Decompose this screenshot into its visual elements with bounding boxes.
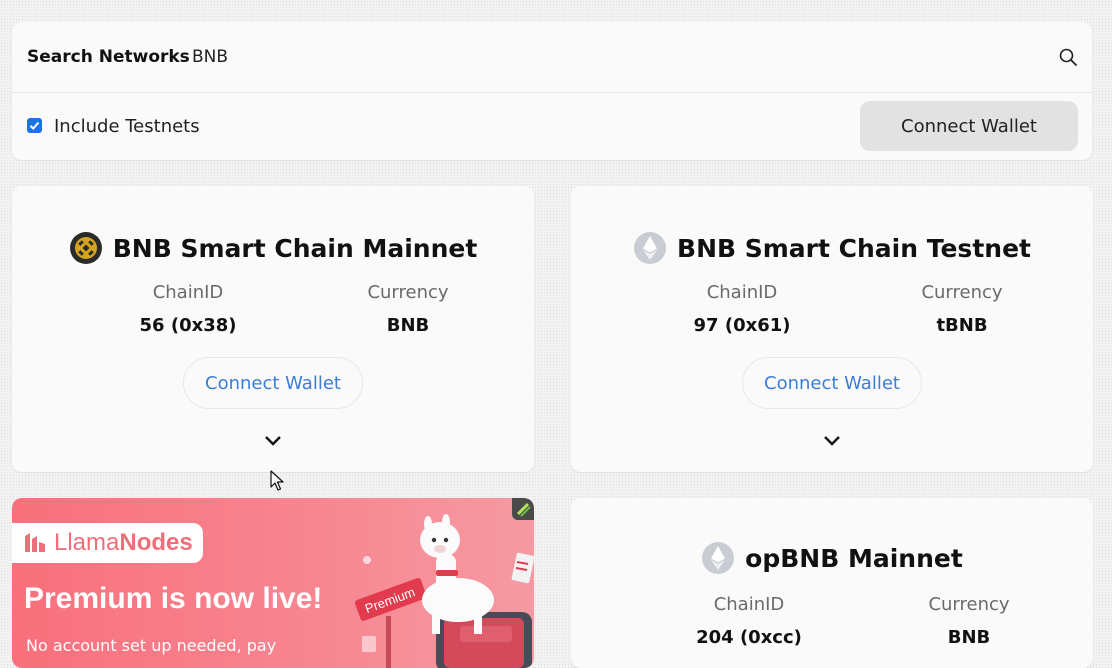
ad-corner-badge bbox=[512, 498, 534, 520]
currency-value: tBNB bbox=[936, 315, 988, 336]
currency-label: Currency bbox=[928, 594, 1010, 615]
network-name: BNB Smart Chain Testnet bbox=[677, 233, 1031, 263]
network-card-opbnb-mainnet: opBNB Mainnet ChainID Currency 204 (0xcc… bbox=[571, 498, 1093, 668]
include-testnets-label[interactable]: Include Testnets bbox=[54, 116, 200, 137]
chevron-down-icon[interactable] bbox=[822, 434, 842, 448]
chainid-label: ChainID bbox=[152, 282, 224, 303]
ad-subtext: No account set up needed, pay bbox=[26, 636, 277, 655]
currency-value: BNB bbox=[386, 315, 430, 336]
card-title: BNB Smart Chain Testnet bbox=[571, 230, 1093, 266]
card-connect-wallet-button[interactable]: Connect Wallet bbox=[742, 357, 922, 409]
ad-info-icon bbox=[516, 502, 531, 517]
connect-wallet-button[interactable]: Connect Wallet bbox=[860, 101, 1078, 151]
search-panel: Search Networks Include Testnets Connect… bbox=[12, 22, 1092, 160]
chevron-down-icon[interactable] bbox=[263, 434, 283, 448]
chainid-value: 97 (0x61) bbox=[693, 315, 791, 336]
network-name: BNB Smart Chain Mainnet bbox=[112, 233, 478, 263]
search-label: Search Networks bbox=[27, 47, 190, 67]
currency-label: Currency bbox=[921, 282, 1003, 303]
search-row: Search Networks bbox=[12, 22, 1092, 93]
bnb-chain-icon bbox=[69, 232, 102, 264]
ad-brand-regular: Llama bbox=[54, 529, 120, 556]
currency-value: BNB bbox=[947, 627, 991, 648]
include-testnets-checkbox[interactable] bbox=[27, 118, 42, 133]
card-title: opBNB Mainnet bbox=[571, 540, 1093, 576]
llamanodes-ad-banner[interactable]: LlamaNodes Premium is now live! No accou… bbox=[12, 498, 534, 668]
network-card-bnb-mainnet: BNB Smart Chain Mainnet ChainID Currency… bbox=[12, 186, 534, 472]
ethereum-icon bbox=[702, 542, 735, 574]
card-title: BNB Smart Chain Mainnet bbox=[12, 230, 534, 266]
ad-brand: LlamaNodes bbox=[54, 529, 193, 557]
chainid-value: 56 (0x38) bbox=[139, 315, 237, 336]
checkmark-icon bbox=[29, 121, 40, 130]
ad-headline: Premium is now live! bbox=[24, 582, 323, 615]
ethereum-icon bbox=[634, 232, 667, 264]
ad-logo: LlamaNodes bbox=[12, 523, 203, 563]
mouse-cursor-icon bbox=[270, 470, 284, 491]
network-name: opBNB Mainnet bbox=[745, 543, 963, 573]
llama-logo-icon bbox=[25, 533, 45, 552]
filter-row: Include Testnets Connect Wallet bbox=[12, 92, 1092, 160]
ad-brand-bold: Nodes bbox=[119, 529, 193, 556]
llama-illustration: Premium bbox=[354, 514, 534, 668]
chainid-label: ChainID bbox=[706, 282, 778, 303]
search-input[interactable] bbox=[190, 40, 1054, 74]
card-connect-wallet-button[interactable]: Connect Wallet bbox=[183, 357, 363, 409]
chainid-value: 204 (0xcc) bbox=[696, 627, 802, 648]
search-icon[interactable] bbox=[1058, 47, 1078, 67]
chainid-label: ChainID bbox=[713, 594, 785, 615]
network-card-bnb-testnet: BNB Smart Chain Testnet ChainID Currency… bbox=[571, 186, 1093, 472]
currency-label: Currency bbox=[367, 282, 449, 303]
